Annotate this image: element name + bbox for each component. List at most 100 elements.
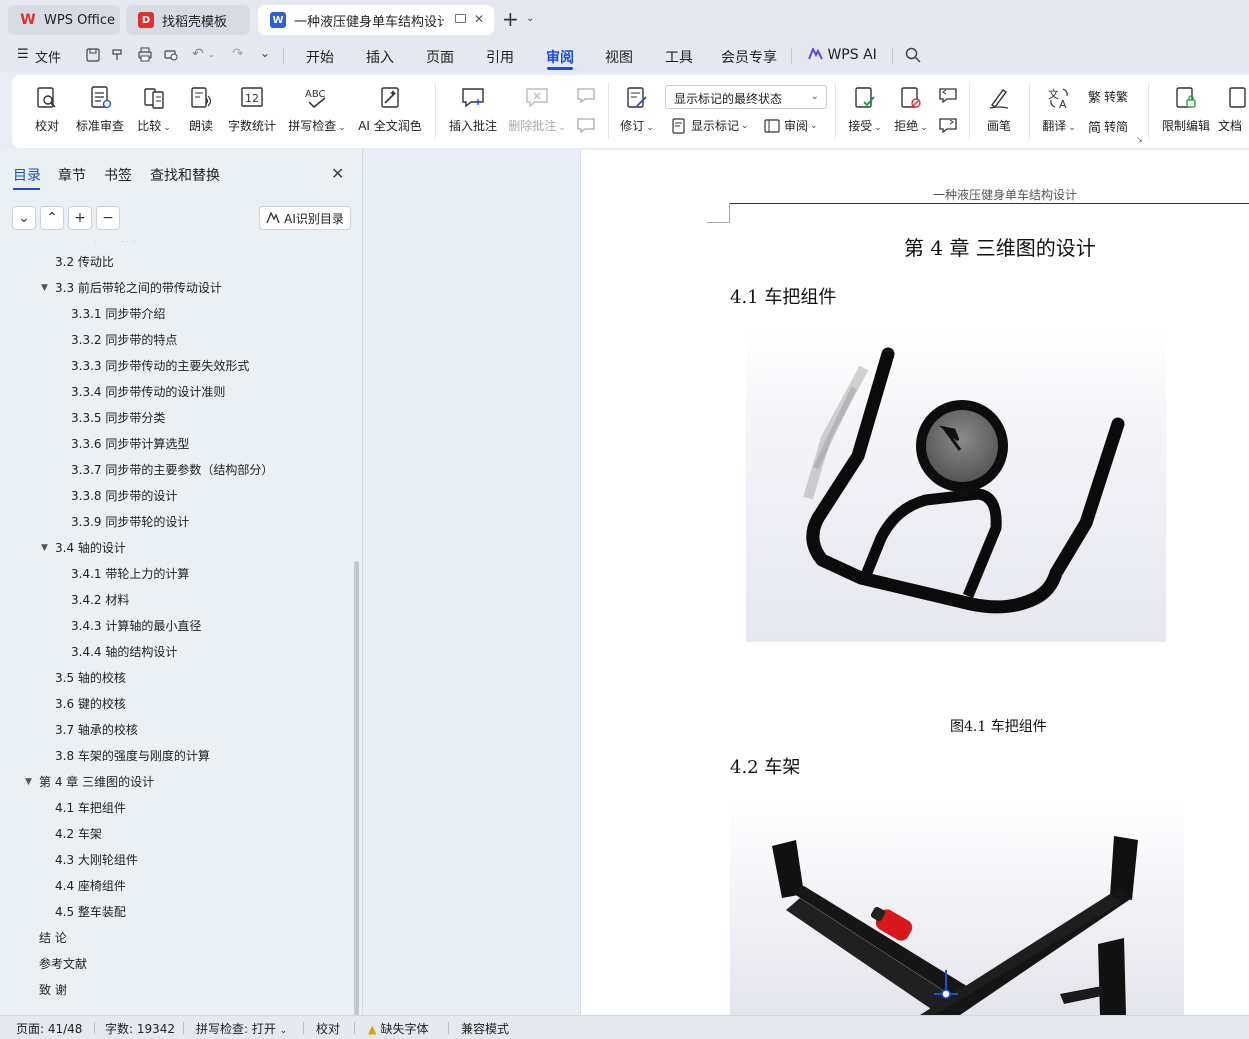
read-aloud-button[interactable]: 朗读 — [184, 85, 218, 134]
missing-fonts-status[interactable]: ▲ 缺失字体 — [368, 1020, 428, 1037]
add-heading-button[interactable]: + — [68, 206, 92, 230]
word-count-button[interactable]: 12 字数统计 — [226, 85, 278, 134]
chevron-down-icon[interactable]: ⌄ — [208, 50, 215, 59]
format-painter-icon[interactable] — [110, 48, 124, 62]
tab-docer-templates[interactable]: D 找稻壳模板 — [126, 5, 250, 35]
document-more-button[interactable]: 文档 — [1218, 85, 1249, 134]
expand-group-icon[interactable]: ↘ — [1136, 135, 1143, 144]
track-changes-button[interactable]: 修订 ⌄ — [618, 85, 656, 134]
toc-item[interactable]: 3.3.5 同步带分类 — [71, 408, 165, 428]
hamburger-icon[interactable]: ☰ — [17, 47, 29, 62]
nav-scrollbar[interactable] — [354, 561, 359, 1016]
toc-item[interactable]: 3.4.2 材料 — [71, 590, 129, 610]
ai-recognize-toc-button[interactable]: AI识别目录 — [259, 206, 351, 230]
ai-polish-button[interactable]: AI 全文润色 — [355, 85, 425, 134]
chevron-down-icon[interactable]: ⌄ — [260, 46, 270, 60]
spell-check-button[interactable]: ABC 拼写检查 ⌄ — [286, 85, 348, 134]
close-icon[interactable]: ✕ — [331, 164, 344, 183]
toc-item[interactable]: 4.2 车架 — [55, 824, 102, 844]
print-preview-icon[interactable] — [163, 47, 179, 62]
collapse-all-button[interactable]: ⌄ — [12, 206, 36, 230]
toc-item[interactable]: 3.3.3 同步带传动的主要失效形式 — [71, 356, 249, 376]
compare-button[interactable]: 比较 ⌄ — [134, 85, 174, 134]
restrict-editing-button[interactable]: 限制编辑 — [1158, 85, 1214, 134]
wps-ai-button[interactable]: WPS AI — [808, 46, 877, 63]
ink-button[interactable]: 画笔 — [980, 85, 1018, 134]
toc-item[interactable]: 3.8 车架的强度与刚度的计算 — [55, 746, 210, 766]
redo-icon[interactable]: ↷ — [232, 46, 244, 62]
toc-item[interactable]: 3.3.9 同步带轮的设计 — [71, 512, 189, 532]
close-icon[interactable]: ✕ — [474, 12, 484, 26]
menu-tools[interactable]: 工具 — [665, 47, 693, 67]
monitor-icon[interactable] — [455, 14, 466, 23]
proofread-button[interactable]: 校对 — [30, 85, 64, 134]
nav-tab-toc[interactable]: 目录 — [13, 165, 41, 185]
markup-state-select[interactable]: 显示标记的最终状态 ⌄ — [665, 85, 827, 109]
proofread-status[interactable]: 校对 — [316, 1020, 340, 1037]
search-icon[interactable] — [905, 47, 921, 67]
expand-triangle-icon[interactable]: ▼ — [41, 538, 48, 558]
toc-item[interactable]: 3.3.4 同步带传动的设计准则 — [71, 382, 225, 402]
toc-item[interactable]: 结 论 — [39, 928, 67, 948]
menu-review[interactable]: 审阅 — [546, 47, 574, 67]
menu-insert[interactable]: 插入 — [366, 47, 394, 67]
new-tab-plus-icon[interactable]: + — [502, 9, 519, 29]
tab-current-document[interactable]: W 一种液压健身单车结构设计 设 ✕ — [258, 5, 494, 35]
undo-icon[interactable]: ↶ — [192, 46, 204, 62]
next-comment-icon[interactable] — [576, 117, 596, 135]
toc-item[interactable]: 3.6 键的校核 — [55, 694, 126, 714]
show-markup-button[interactable]: 显示标记 ⌄ — [671, 117, 749, 134]
toc-item[interactable]: 3.4 轴的设计 — [55, 538, 126, 558]
nav-tab-bookmarks[interactable]: 书签 — [104, 165, 132, 185]
expand-triangle-icon[interactable]: ▼ — [41, 278, 48, 298]
toc-item[interactable]: 3.3.2 同步带的特点 — [71, 330, 177, 350]
next-change-icon[interactable] — [938, 117, 958, 135]
save-icon[interactable] — [86, 48, 100, 62]
reject-button[interactable]: 拒绝 ⌄ — [892, 85, 930, 134]
page-indicator[interactable]: 页面: 41/48 — [16, 1020, 82, 1037]
delete-comment-button[interactable]: 删除批注 ⌄ — [508, 85, 566, 134]
toc-item[interactable]: 3.3 前后带轮之间的带传动设计 — [55, 278, 222, 298]
toc-item[interactable]: 4.3 大刚轮组件 — [55, 850, 138, 870]
previous-comment-icon[interactable] — [576, 87, 596, 105]
to-simplified-button[interactable]: 简 转简 — [1088, 117, 1128, 136]
toc-item[interactable]: 3.4.3 计算轴的最小直径 — [71, 616, 201, 636]
toc-item[interactable]: 3.3.6 同步带计算选型 — [71, 434, 189, 454]
menu-view[interactable]: 视图 — [605, 47, 633, 67]
toc-item[interactable]: 3.1 功率的计算 — [55, 241, 138, 246]
translate-button[interactable]: 文A 翻译 ⌄ — [1040, 85, 1078, 134]
toc-item[interactable]: 4.5 整车装配 — [55, 902, 126, 922]
menu-page[interactable]: 页面 — [426, 47, 454, 67]
toc-item[interactable]: 致 谢 — [39, 980, 67, 1000]
toc-item[interactable]: 3.5 轴的校核 — [55, 668, 126, 688]
menu-references[interactable]: 引用 — [486, 47, 514, 67]
toc-item[interactable]: 3.7 轴承的校核 — [55, 720, 138, 740]
to-traditional-button[interactable]: 繁 转繁 — [1088, 87, 1128, 106]
toc-item[interactable]: 4.4 座椅组件 — [55, 876, 126, 896]
insert-comment-button[interactable]: 插入批注 — [448, 85, 498, 134]
spell-check-status[interactable]: 拼写检查: 打开 ⌄ — [196, 1020, 287, 1037]
chevron-down-icon[interactable]: ⌄ — [526, 13, 534, 24]
accept-button[interactable]: 接受 ⌄ — [846, 85, 884, 134]
toc-item[interactable]: 3.2 传动比 — [55, 252, 114, 272]
toc-item[interactable]: 第 4 章 三维图的设计 — [39, 772, 154, 792]
expand-triangle-icon[interactable]: ▼ — [25, 772, 32, 792]
remove-heading-button[interactable]: − — [96, 206, 120, 230]
toc-item[interactable]: 4.1 车把组件 — [55, 798, 126, 818]
nav-tab-chapters[interactable]: 章节 — [58, 165, 86, 185]
toc-item[interactable]: 3.3.8 同步带的设计 — [71, 486, 177, 506]
menu-membership[interactable]: 会员专享 — [721, 47, 777, 67]
previous-change-icon[interactable] — [938, 87, 958, 105]
standard-review-button[interactable]: 标准审查 — [74, 85, 126, 134]
toc-item[interactable]: 参考文献 — [39, 954, 87, 974]
toc-item[interactable]: 3.3.1 同步带介绍 — [71, 304, 165, 324]
menu-home[interactable]: 开始 — [306, 47, 334, 67]
toc-item[interactable]: 3.4.4 轴的结构设计 — [71, 642, 177, 662]
toc-item[interactable]: 3.4.1 带轮上力的计算 — [71, 564, 189, 584]
print-icon[interactable] — [137, 47, 153, 62]
toc-item[interactable]: 3.3.7 同步带的主要参数（结构部分） — [71, 460, 273, 480]
nav-tab-find-replace[interactable]: 查找和替换 — [150, 165, 220, 185]
review-pane-button[interactable]: 审阅 ⌄ — [764, 117, 818, 134]
menu-file[interactable]: 文件 — [35, 47, 61, 66]
word-count-status[interactable]: 字数: 19342 — [105, 1020, 175, 1037]
